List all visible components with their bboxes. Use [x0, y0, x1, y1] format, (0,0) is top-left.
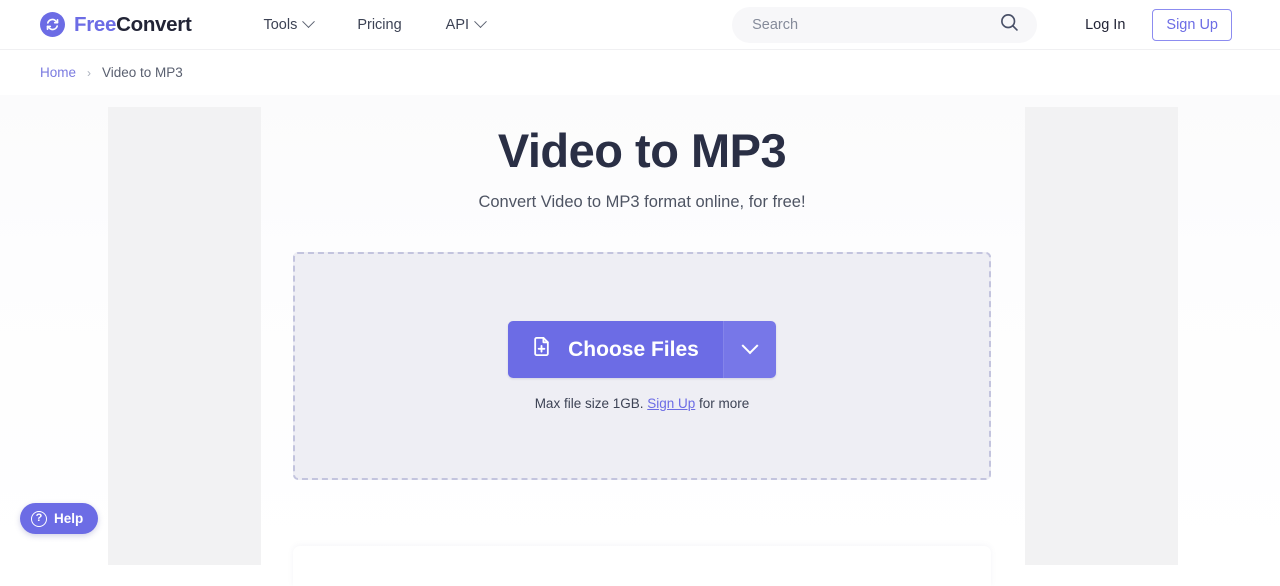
- converter-panel: Video to MP3 Convert Video to MP3 format…: [293, 95, 991, 480]
- choose-files-group: Choose Files: [508, 321, 776, 378]
- nav-item-api-label: API: [445, 16, 470, 33]
- brand-text-free: Free: [74, 12, 117, 36]
- main-content: Video to MP3 Convert Video to MP3 format…: [0, 95, 1280, 565]
- help-label: Help: [54, 511, 84, 526]
- signup-button[interactable]: Sign Up: [1152, 8, 1232, 41]
- nav-item-pricing[interactable]: Pricing: [357, 17, 401, 33]
- nav-item-api[interactable]: API: [445, 15, 487, 33]
- max-file-size-prefix: Max file size 1GB.: [534, 396, 644, 411]
- site-header: FreeConvert Tools Pricing API Log In Sig: [0, 0, 1280, 50]
- max-file-size-suffix: for more: [699, 396, 750, 411]
- choose-files-label: Choose Files: [568, 337, 699, 361]
- chevron-down-icon: [474, 15, 487, 29]
- ad-placeholder-right: [1025, 107, 1178, 565]
- login-link[interactable]: Log In: [1085, 17, 1125, 33]
- max-file-size-signup-link[interactable]: Sign Up: [647, 396, 695, 411]
- search-icon[interactable]: [999, 12, 1020, 38]
- page-title: Video to MP3: [497, 124, 787, 177]
- settings-card: [293, 546, 991, 586]
- search-input[interactable]: [752, 16, 1000, 33]
- brand-logo[interactable]: FreeConvert: [40, 12, 192, 37]
- chevron-down-icon: [741, 336, 759, 354]
- nav-item-pricing-label: Pricing: [357, 16, 402, 33]
- question-circle-icon: ?: [31, 510, 47, 527]
- file-dropzone[interactable]: Choose Files Max file size 1GB. Sign Up …: [293, 252, 991, 480]
- breadcrumb-separator-icon: ›: [87, 65, 92, 80]
- header-actions: Log In Sign Up: [732, 6, 1232, 43]
- max-file-size-note: Max file size 1GB. Sign Up for more: [535, 396, 750, 411]
- file-plus-icon: [530, 335, 553, 364]
- ad-placeholder-left: [108, 107, 261, 565]
- nav-item-tools-label: Tools: [263, 16, 298, 33]
- breadcrumb-current: Video to MP3: [102, 65, 183, 80]
- brand-text-convert: Convert: [116, 12, 192, 36]
- main-navigation: Tools Pricing API: [263, 15, 487, 33]
- sync-circle-icon: [40, 12, 65, 37]
- breadcrumb: Home › Video to MP3: [0, 50, 1280, 95]
- choose-files-button[interactable]: Choose Files: [508, 321, 723, 378]
- chevron-down-icon: [302, 15, 316, 29]
- search-box[interactable]: [732, 6, 1038, 43]
- choose-files-dropdown-button[interactable]: [723, 321, 776, 378]
- breadcrumb-home[interactable]: Home: [40, 65, 76, 80]
- help-widget[interactable]: ? Help: [20, 503, 99, 534]
- brand-text: FreeConvert: [74, 12, 192, 37]
- page-subtitle: Convert Video to MP3 format online, for …: [478, 193, 806, 211]
- nav-item-tools[interactable]: Tools: [263, 15, 316, 33]
